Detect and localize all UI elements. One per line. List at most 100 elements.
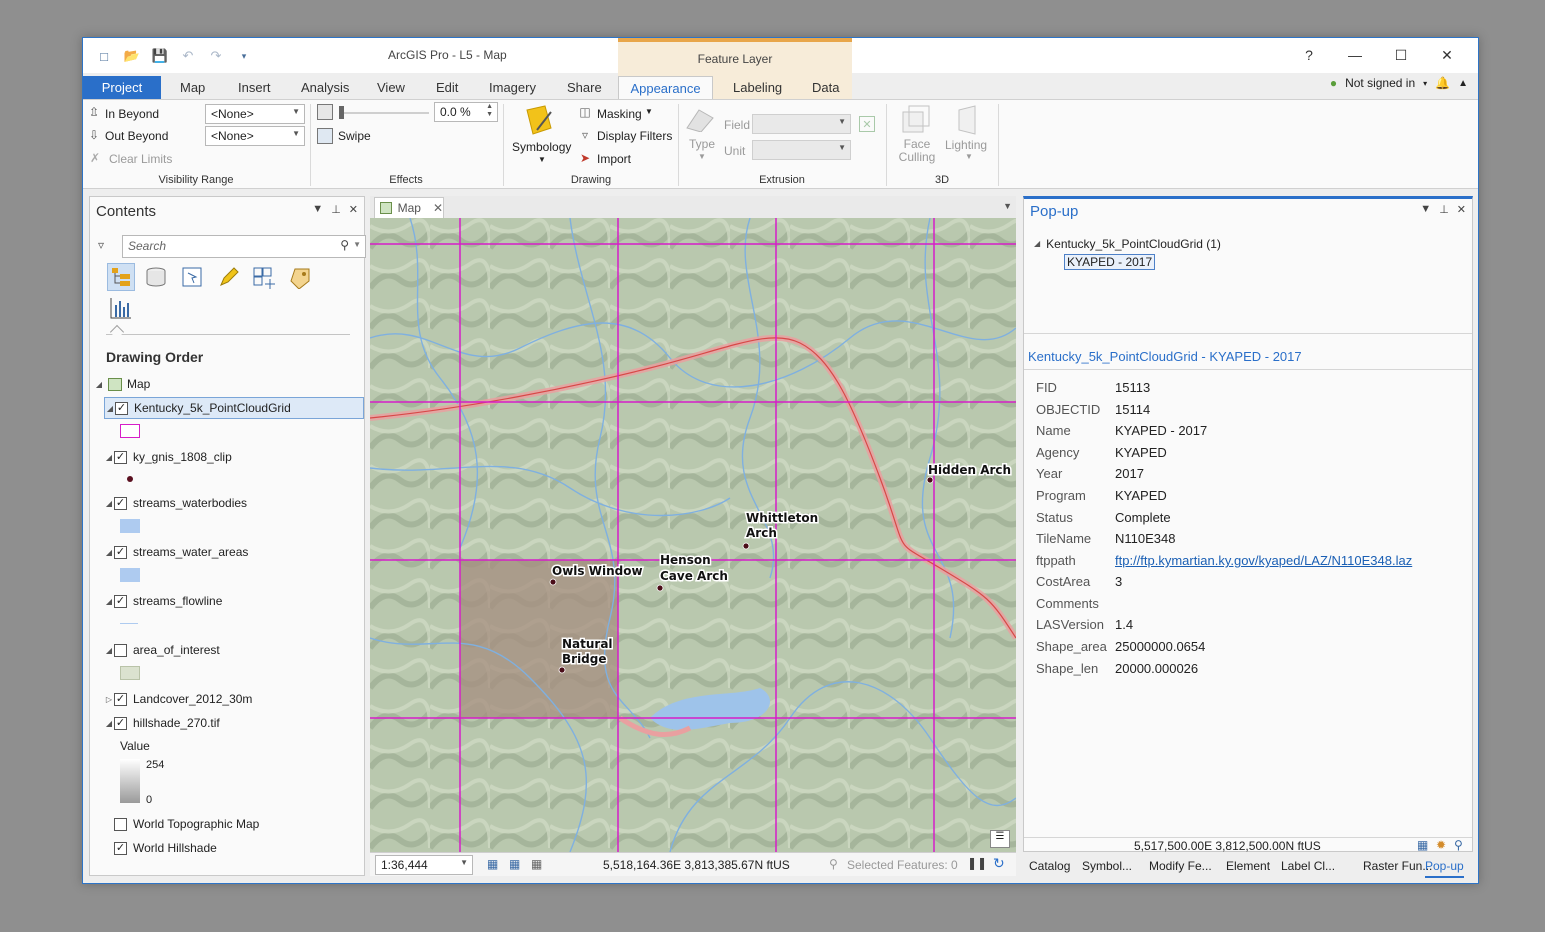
data-source-icon[interactable] [145,267,167,287]
tab-map-view[interactable]: Map ✕ [374,197,444,218]
layer-row[interactable]: ◢ ✓ streams_water_areas [104,541,374,563]
symbology-button[interactable]: Symbology [512,140,571,154]
extrusion-type-button[interactable]: Type [689,137,715,151]
layer-row[interactable]: ◢ ✓ streams_waterbodies [104,492,374,514]
expand-icon[interactable]: ▷ [104,695,114,704]
tab-data[interactable]: Data [802,76,849,99]
layer-checkbox[interactable]: ✓ [114,594,127,608]
table-icon[interactable]: ▦ [531,857,542,871]
tab-appearance[interactable]: Appearance [618,76,713,100]
layer-checkbox[interactable] [114,817,127,831]
water-symbol[interactable] [120,519,140,533]
collapse-icon[interactable]: ◢ [104,453,114,462]
place-marker[interactable] [742,542,750,550]
tab-label-class[interactable]: Label Cl... [1281,859,1335,873]
fixed-zoom-icon[interactable]: ▦ [487,857,498,871]
chevron-down-icon[interactable]: ▼ [1420,203,1431,216]
customize-qat-icon[interactable]: ▾ [233,46,255,66]
layer-checkbox[interactable]: ✓ [114,450,127,464]
chevron-down-icon[interactable]: ▼ [312,203,323,216]
flowline-symbol[interactable] [120,623,138,624]
close-icon[interactable]: ✕ [433,201,443,215]
selection-icon[interactable] [182,267,204,287]
notification-icon[interactable]: 🔔 [1435,76,1450,90]
map-tips-icon[interactable]: ☰ [990,830,1010,848]
sign-in-area[interactable]: ● Not signed in ▾ 🔔 ▲ [1330,76,1468,90]
ftppath-link[interactable]: ftp://ftp.kymartian.ky.gov/kyaped/LAZ/N1… [1115,553,1412,574]
flash-icon[interactable]: ✹ [1436,838,1446,852]
out-beyond-button[interactable]: Out Beyond [105,129,168,143]
layer-checkbox[interactable]: ✓ [114,545,127,559]
transparency-input[interactable]: 0.0 % ▲ ▼ [434,102,498,122]
grid-icon[interactable]: ▦ [509,857,520,871]
maximize-button[interactable]: ☐ [1378,44,1424,66]
tab-popup[interactable]: Pop-up [1425,859,1464,878]
tab-analysis[interactable]: Analysis [291,76,359,99]
tab-imagery[interactable]: Imagery [479,76,546,99]
tab-labeling[interactable]: Labeling [723,76,792,99]
minimize-button[interactable]: — [1332,44,1378,66]
layer-row[interactable]: ◢ ✓ Kentucky_5k_PointCloudGrid [104,397,364,419]
clear-limits-button[interactable]: Clear Limits [109,152,172,166]
pin-icon[interactable]: ⊥ [331,203,341,216]
water-area-symbol[interactable] [120,568,140,582]
collapse-icon[interactable]: ◢ [94,380,104,389]
layer-row[interactable]: ▷ ✓ Landcover_2012_30m [104,688,374,710]
tab-project[interactable]: Project [83,76,161,99]
in-beyond-button[interactable]: In Beyond [105,107,159,121]
scale-select[interactable]: 1:36,444 ▼ [375,855,473,875]
lighting-button[interactable]: Lighting [945,138,987,152]
search-icon[interactable]: ⚲ [340,238,349,252]
collapse-icon[interactable]: ◢ [104,548,114,557]
tab-map[interactable]: Map [170,76,215,99]
map-node[interactable]: ◢ Map [94,373,364,395]
layer-checkbox[interactable]: ✓ [115,401,128,415]
tab-edit[interactable]: Edit [426,76,468,99]
chevron-down-icon[interactable]: ▼ [965,152,973,161]
refresh-icon[interactable]: ↻ [993,855,1005,872]
tab-insert[interactable]: Insert [228,76,281,99]
aoi-symbol[interactable] [120,666,140,680]
chevron-down-icon[interactable]: ▼ [353,240,361,249]
undo-icon[interactable]: ↶ [177,46,199,66]
grid-symbol[interactable] [120,424,140,438]
point-symbol[interactable] [127,476,133,482]
editing-icon[interactable] [218,267,240,287]
close-icon[interactable]: ✕ [349,203,358,216]
help-button[interactable]: ? [1286,44,1332,66]
layer-checkbox[interactable]: ✓ [114,692,127,706]
open-project-icon[interactable]: 📂 [121,46,143,66]
place-marker[interactable] [558,666,566,674]
unit-select[interactable]: ▼ [752,140,851,160]
layer-checkbox[interactable] [114,643,127,657]
snapping-icon[interactable] [253,267,277,289]
lighting-icon[interactable] [951,104,981,136]
pin-icon[interactable]: ⊥ [1439,203,1449,216]
close-icon[interactable]: ✕ [1457,203,1466,216]
collapse-icon[interactable]: ◢ [104,646,114,655]
extrusion-type-icon[interactable] [685,106,715,132]
face-culling-icon[interactable] [901,104,933,136]
map-canvas[interactable]: Hidden Arch Whittleton Arch Henson Cave … [370,218,1016,852]
collapse-icon[interactable]: ◢ [104,719,114,728]
symbology-icon[interactable] [523,104,555,138]
display-filters-button[interactable]: Display Filters [597,129,672,143]
collapse-icon[interactable]: ◢ [1034,237,1040,251]
search-input[interactable]: Search ⚲ ▼ [122,235,366,258]
place-marker[interactable] [926,476,934,484]
out-beyond-select[interactable]: <None> ▼ [205,126,305,146]
field-select[interactable]: ▼ [752,114,851,134]
layer-row[interactable]: ◢ ✓ hillshade_270.tif [104,712,374,734]
chevron-down-icon[interactable]: ▼ [698,152,706,161]
chevron-down-icon[interactable]: ▾ [1423,79,1427,88]
tab-catalog[interactable]: Catalog [1029,859,1070,873]
tab-symbology[interactable]: Symbol... [1082,859,1132,873]
save-project-icon[interactable]: 💾 [149,46,171,66]
search-icon[interactable]: ⚲ [1454,838,1463,852]
transparency-slider-track[interactable] [341,112,429,114]
chevron-down-icon[interactable]: ▼ [1003,201,1012,211]
masking-button[interactable]: Masking [597,107,642,121]
signin-label[interactable]: Not signed in [1345,76,1415,90]
layer-row[interactable]: World Topographic Map [114,813,384,835]
redo-icon[interactable]: ↷ [205,46,227,66]
